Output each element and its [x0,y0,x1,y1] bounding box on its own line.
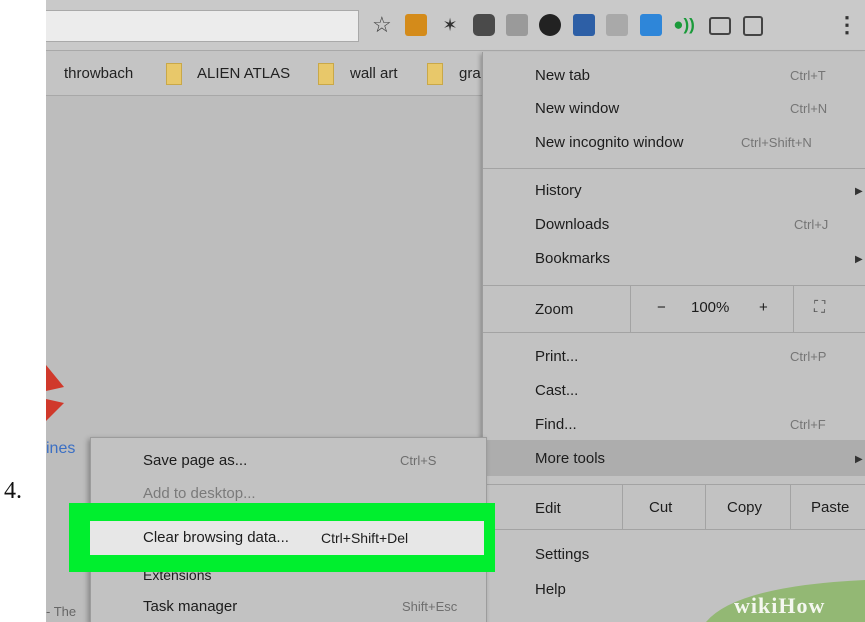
menu-item-new-incognito[interactable]: New incognito window [535,134,683,151]
menu-separator [483,529,865,530]
menu-separator [483,332,865,333]
menu-item-find[interactable]: Find... [535,416,577,433]
menu-item-help[interactable]: Help [535,581,566,598]
menu-item-settings[interactable]: Settings [535,546,589,563]
edit-divider [705,485,706,529]
color-wheel-icon[interactable] [539,14,561,36]
bookmark-alien-atlas[interactable]: ALIEN ATLAS [197,65,290,82]
bookmark-wall-art[interactable]: wall art [350,65,398,82]
menu-item-cast[interactable]: Cast... [535,382,578,399]
extension-icon-1[interactable] [405,14,427,36]
menu-dots-icon[interactable]: ⋮ [836,14,858,36]
zoom-level: 100% [691,299,730,316]
menu-item-history[interactable]: History [535,182,582,199]
zoom-out-button[interactable]: − [657,299,666,316]
menu-separator [483,484,865,485]
fullscreen-icon[interactable]: ⛶ [814,299,825,317]
menu-separator [483,168,865,169]
save-page-shortcut: Ctrl+S [400,453,437,468]
signal-icon[interactable]: ●)) [673,14,695,36]
chrome-main-menu: New tab Ctrl+T New window Ctrl+N New inc… [482,52,865,622]
bug-icon[interactable]: ✶ [439,14,461,36]
new-incognito-shortcut: Ctrl+Shift+N [741,135,812,150]
submenu-arrow-icon: ▶ [855,454,863,465]
edit-divider [622,485,623,529]
folder-icon [427,63,443,85]
bookmark-throwbach[interactable]: throwbach [64,65,133,82]
submenu-arrow-icon: ▶ [855,186,863,197]
new-window-shortcut: Ctrl+N [790,101,828,116]
folder-icon [318,63,334,85]
zoom-divider [793,286,794,332]
browser-toolbar: ☆ ✶ ●)) ⋮ [46,0,865,51]
bookmark-ext-icon[interactable] [573,14,595,36]
menu-item-new-tab[interactable]: New tab [535,67,590,84]
cut-button[interactable]: Cut [649,499,672,516]
submenu-item-add-to-desktop: Add to desktop... [143,485,256,502]
menu-separator [483,285,865,286]
task-manager-shortcut: Shift+Esc [402,599,458,614]
clear-browsing-data-label: Clear browsing data... [143,529,289,546]
find-shortcut: Ctrl+F [790,417,826,432]
zoom-in-button[interactable]: + [759,299,768,316]
star-icon[interactable]: ☆ [372,13,392,37]
address-bar[interactable] [46,10,359,42]
submenu-item-task-manager[interactable]: Task manager [143,598,237,615]
extension-icon-2[interactable] [506,14,528,36]
menu-item-new-window[interactable]: New window [535,100,619,117]
edit-divider [790,485,791,529]
new-tab-shortcut: Ctrl+T [790,68,826,83]
step-number: 4. [4,478,22,504]
copy-button[interactable]: Copy [727,499,762,516]
zoom-divider [630,286,631,332]
menu-item-print[interactable]: Print... [535,348,578,365]
menu-item-downloads[interactable]: Downloads [535,216,609,233]
pocket-icon[interactable] [473,14,495,36]
cast-icon[interactable] [709,17,731,35]
print-shortcut: Ctrl+P [790,349,827,364]
window-icon[interactable] [743,16,763,36]
wikihow-watermark: wikiHow [706,580,865,622]
download-ext-icon[interactable] [640,14,662,36]
extension-icon-3[interactable] [606,14,628,36]
clear-browsing-data-shortcut: Ctrl+Shift+Del [321,530,409,546]
browser-screenshot: ☆ ✶ ●)) ⋮ throwbach ALIEN ATLAS wall art… [46,0,865,622]
folder-icon [166,63,182,85]
menu-item-edit: Edit [535,500,561,517]
menu-item-bookmarks[interactable]: Bookmarks [535,250,610,267]
wikihow-logo-text: wikiHow [734,593,826,618]
downloads-shortcut: Ctrl+J [794,217,829,232]
logo-fragment [46,365,64,421]
bookmark-gra[interactable]: gra [459,65,481,82]
menu-item-more-tools[interactable]: More tools [535,450,605,467]
menu-item-zoom: Zoom [535,301,574,318]
submenu-item-save-page[interactable]: Save page as... [143,452,247,469]
page-footer-text: - The [46,604,77,619]
submenu-arrow-icon: ▶ [855,254,863,265]
paste-button[interactable]: Paste [811,499,849,516]
page-link-text[interactable]: ines [46,440,75,458]
